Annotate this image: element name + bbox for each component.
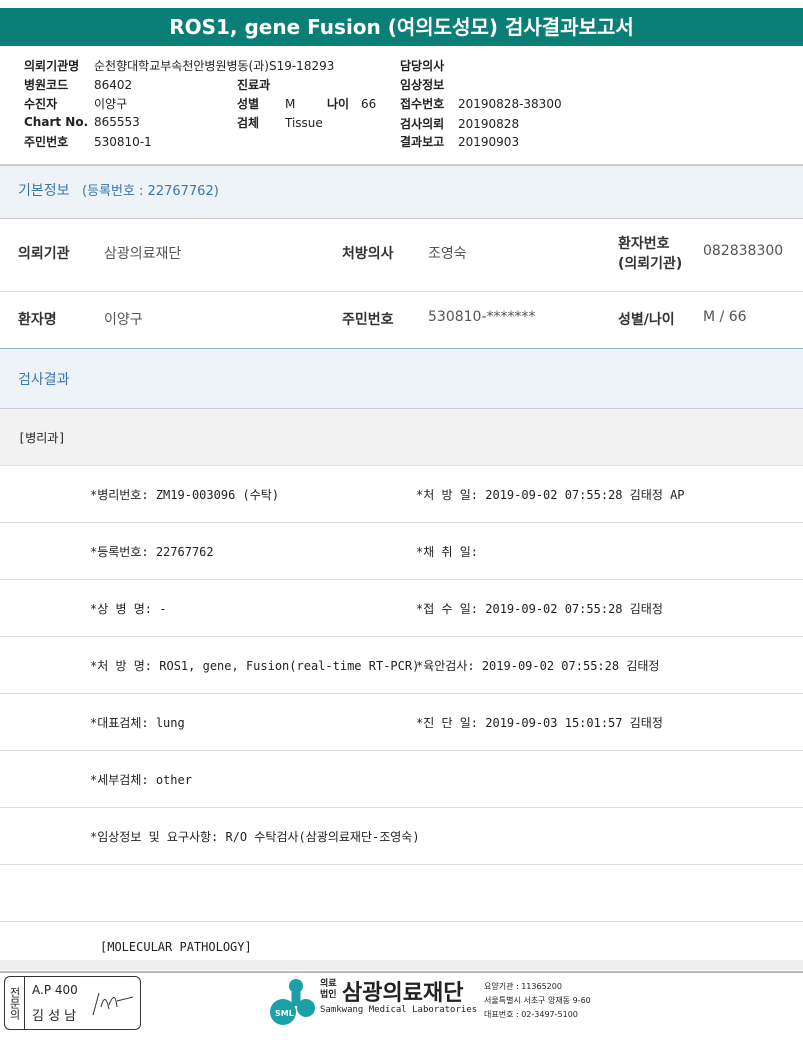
clinical-label: 임상정보 bbox=[400, 78, 445, 92]
dept-label: 진료과 bbox=[237, 78, 271, 92]
name-value: 이양구 bbox=[104, 312, 143, 328]
result-row: *대표검체: lung *진 단 일: 2019-09-03 15:01:57 김… bbox=[0, 694, 803, 751]
code-label: 병원코드 bbox=[24, 78, 69, 92]
lab-address: 서울특별시 서초구 양재동 9-60 bbox=[484, 996, 591, 1005]
specialist-name: 김 성 남 bbox=[32, 1009, 77, 1024]
logo-prefix: 의료 bbox=[320, 979, 337, 989]
sex-label: 성별 bbox=[237, 97, 260, 111]
report-value: 20190903 bbox=[458, 135, 520, 149]
patient-no-sublabel: (의뢰기관) bbox=[618, 256, 683, 272]
sml-logo-icon: SML bbox=[270, 979, 315, 1025]
svg-text:SML: SML bbox=[275, 1009, 294, 1018]
sex-age-value: M / 66 bbox=[703, 309, 747, 325]
department-row: [병리과] bbox=[0, 409, 803, 466]
empty-row bbox=[0, 865, 803, 922]
result-field-right: *진 단 일: 2019-09-03 15:01:57 김태정 bbox=[416, 716, 663, 730]
result-field-left: *등록번호: 22767762 bbox=[90, 545, 214, 559]
sex-age-label: 성별/나이 bbox=[618, 312, 675, 328]
request-value: 20190828 bbox=[458, 117, 520, 131]
result-header: 검사결과 bbox=[0, 349, 803, 409]
age-label: 나이 bbox=[327, 97, 350, 111]
result-field-right: *접 수 일: 2019-09-02 07:55:28 김태정 bbox=[416, 602, 663, 616]
receipt-label: 접수번호 bbox=[400, 97, 445, 111]
result-row: *상 병 명: - *접 수 일: 2019-09-02 07:55:28 김태정 bbox=[0, 580, 803, 637]
result-row: *세부검체: other bbox=[0, 751, 803, 808]
molecular-pathology-label: [MOLECULAR PATHOLOGY] bbox=[100, 940, 252, 954]
rrn-label: 주민번호 bbox=[342, 312, 394, 328]
basic-info-row-2: 환자명 이양구 주민번호 530810-******* 성별/나이 M / 66 bbox=[0, 292, 803, 349]
lab-name-en: Samkwang Medical Laboratories bbox=[320, 1005, 478, 1015]
specialist-label: 전문의 bbox=[5, 977, 25, 1029]
doctor-value: 조영숙 bbox=[428, 246, 467, 262]
registration-number: (등록번호 : 22767762) bbox=[82, 184, 219, 199]
lab-phone: 대표번호 : 02-3497-5100 bbox=[484, 1010, 578, 1019]
specimen-label: 검체 bbox=[237, 116, 260, 130]
request-label: 검사의뢰 bbox=[400, 117, 445, 131]
id-label: 주민번호 bbox=[24, 135, 69, 149]
result-field-right: *채 취 일: bbox=[416, 545, 479, 559]
patient-value: 이양구 bbox=[94, 97, 128, 111]
patient-label: 수진자 bbox=[24, 97, 58, 111]
result-row: *등록번호: 22767762 *채 취 일: bbox=[0, 523, 803, 580]
result-field-left: *처 방 명: ROS1, gene, Fusion(real-time RT-… bbox=[90, 659, 420, 673]
specialist-box: 전문의 A.P 400 김 성 남 bbox=[4, 976, 141, 1030]
report-title: ROS1, gene Fusion (여의도성모) 검사결과보고서 bbox=[0, 8, 803, 46]
receipt-value: 20190828-38300 bbox=[458, 97, 562, 111]
result-field-left: *병리번호: ZM19-003096 (수탁) bbox=[90, 488, 280, 502]
report-label: 결과보고 bbox=[400, 135, 445, 149]
result-field-left: *상 병 명: - bbox=[90, 602, 167, 616]
id-value: 530810-1 bbox=[94, 135, 152, 149]
result-field-left: *임상정보 및 요구사항: R/O 수탁검사(삼광의료재단-조영숙) bbox=[90, 830, 420, 844]
result-title: 검사결과 bbox=[18, 372, 70, 388]
basic-info-title: 기본정보 bbox=[18, 183, 70, 199]
logo-prefix: 법인 bbox=[320, 990, 337, 1000]
department-label: [병리과] bbox=[18, 431, 66, 445]
signature-icon bbox=[92, 992, 134, 1016]
chart-label: Chart No. bbox=[24, 115, 89, 129]
age-value: 66 bbox=[361, 97, 377, 111]
basic-info-header: 기본정보 (등록번호 : 22767762) bbox=[0, 164, 803, 219]
doctor-label: 처방의사 bbox=[342, 246, 394, 262]
name-label: 환자명 bbox=[18, 312, 57, 328]
sex-value: M bbox=[285, 97, 296, 111]
result-field-right: *처 방 일: 2019-09-02 07:55:28 김태정 AP bbox=[416, 488, 685, 502]
doctor-label: 담당의사 bbox=[400, 59, 445, 73]
result-row: *처 방 명: ROS1, gene, Fusion(real-time RT-… bbox=[0, 637, 803, 694]
specimen-value: Tissue bbox=[285, 116, 323, 130]
inst-value: 삼광의료재단 bbox=[104, 246, 182, 262]
result-field-left: *대표검체: lung bbox=[90, 716, 185, 730]
rrn-value: 530810-******* bbox=[428, 309, 536, 325]
scroll-gap bbox=[0, 960, 803, 970]
lab-name: 삼광의료재단 bbox=[342, 981, 464, 1006]
inst-label: 의뢰기관 bbox=[18, 246, 70, 262]
inst-label: 의뢰기관명 bbox=[24, 59, 80, 73]
patient-no-value: 082838300 bbox=[703, 243, 784, 259]
result-row: *병리번호: ZM19-003096 (수탁) *처 방 일: 2019-09-0… bbox=[0, 466, 803, 523]
result-row: *임상정보 및 요구사항: R/O 수탁검사(삼광의료재단-조영숙) bbox=[0, 808, 803, 865]
inst-value: 순천향대학교부속천안병원병동(과)S19-18293 bbox=[94, 59, 335, 73]
patient-no-label: 환자번호 bbox=[618, 236, 670, 252]
result-field-right: *육안검사: 2019-09-02 07:55:28 김태정 bbox=[416, 659, 660, 673]
basic-info-row-1: 의뢰기관 삼광의료재단 처방의사 조영숙 환자번호 (의뢰기관) 0828383… bbox=[0, 217, 803, 292]
result-field-left: *세부검체: other bbox=[90, 773, 192, 787]
code-value: 86402 bbox=[94, 78, 133, 92]
footer bbox=[0, 971, 803, 973]
chart-value: 865553 bbox=[94, 115, 140, 129]
lab-code: 요양기관 : 11365200 bbox=[484, 982, 562, 991]
ap-number: A.P 400 bbox=[32, 983, 78, 997]
